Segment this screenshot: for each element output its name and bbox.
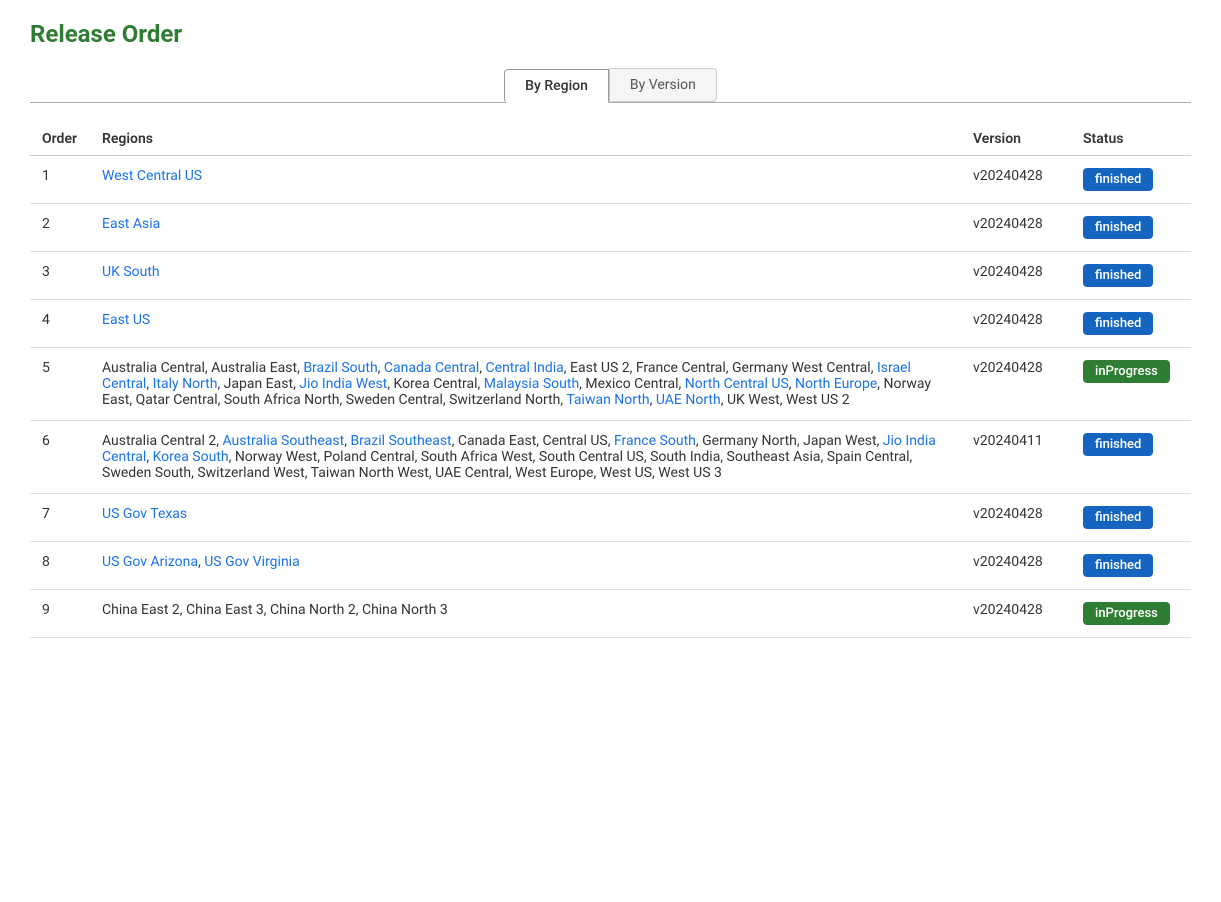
cell-regions: East US xyxy=(90,300,961,348)
cell-regions: West Central US xyxy=(90,156,961,204)
cell-order: 5 xyxy=(30,348,90,421)
table-row: 5Australia Central, Australia East, Braz… xyxy=(30,348,1191,421)
region-link[interactable]: Brazil South xyxy=(303,360,377,376)
cell-status: finished xyxy=(1071,204,1191,252)
region-link[interactable]: Central India xyxy=(486,360,564,376)
cell-status: finished xyxy=(1071,252,1191,300)
cell-regions: UK South xyxy=(90,252,961,300)
table-row: 7 US Gov Texas v20240428 finished xyxy=(30,494,1191,542)
table-row: 9 China East 2, China East 3, China North… xyxy=(30,590,1191,638)
cell-order: 9 xyxy=(30,590,90,638)
tab-bar: By Region By Version xyxy=(30,68,1191,102)
region-link[interactable]: Italy North xyxy=(153,376,218,392)
region-link[interactable]: Jio India West xyxy=(299,376,387,392)
header-order: Order xyxy=(30,123,90,156)
region-link[interactable]: Canada Central xyxy=(384,360,479,376)
region-link[interactable]: US Gov Arizona xyxy=(102,554,198,570)
header-status: Status xyxy=(1071,123,1191,156)
region-link[interactable]: Brazil Southeast xyxy=(350,433,451,449)
cell-status: finished xyxy=(1071,300,1191,348)
cell-order: 2 xyxy=(30,204,90,252)
table-row: 6Australia Central 2, Australia Southeas… xyxy=(30,421,1191,494)
status-badge: finished xyxy=(1083,216,1153,239)
cell-version: v20240428 xyxy=(961,348,1071,421)
region-link[interactable]: US Gov Texas xyxy=(102,506,187,522)
cell-version: v20240428 xyxy=(961,156,1071,204)
table-row: 1 West Central US v20240428 finished xyxy=(30,156,1191,204)
status-badge: finished xyxy=(1083,312,1153,335)
cell-regions: Australia Central, Australia East, Brazi… xyxy=(90,348,961,421)
status-badge: finished xyxy=(1083,264,1153,287)
cell-version: v20240411 xyxy=(961,421,1071,494)
region-text: , Mexico Central, xyxy=(579,376,685,392)
cell-order: 1 xyxy=(30,156,90,204)
tab-divider xyxy=(30,102,1191,103)
region-text: , Japan East, xyxy=(217,376,299,392)
region-text: , Korea Central, xyxy=(387,376,484,392)
region-text: , Germany North, Japan West, xyxy=(696,433,883,449)
cell-version: v20240428 xyxy=(961,204,1071,252)
region-link[interactable]: West Central US xyxy=(102,168,202,184)
table-row: 2 East Asia v20240428 finished xyxy=(30,204,1191,252)
cell-status: finished xyxy=(1071,494,1191,542)
cell-regions: US Gov Texas xyxy=(90,494,961,542)
region-link[interactable]: Australia Southeast xyxy=(222,433,344,449)
cell-status: finished xyxy=(1071,542,1191,590)
cell-status: inProgress xyxy=(1071,348,1191,421)
cell-order: 6 xyxy=(30,421,90,494)
table-row: 3 UK South v20240428 finished xyxy=(30,252,1191,300)
region-link[interactable]: US Gov Virginia xyxy=(204,554,299,570)
region-link[interactable]: North Europe xyxy=(795,376,877,392)
cell-status: inProgress xyxy=(1071,590,1191,638)
table-header-row: Order Regions Version Status xyxy=(30,123,1191,156)
cell-order: 8 xyxy=(30,542,90,590)
table-row: 8US Gov Arizona, US Gov Virginiav2024042… xyxy=(30,542,1191,590)
region-text: , Australia East, xyxy=(205,360,303,376)
region-link[interactable]: Taiwan North xyxy=(566,392,649,408)
cell-regions: China East 2, China East 3, China North … xyxy=(90,590,961,638)
region-link[interactable]: East US xyxy=(102,312,150,328)
header-version: Version xyxy=(961,123,1071,156)
cell-version: v20240428 xyxy=(961,300,1071,348)
region-text: China East 2, China East 3, China North … xyxy=(102,602,448,618)
region-link[interactable]: France South xyxy=(614,433,696,449)
tab-by-region[interactable]: By Region xyxy=(504,69,609,103)
cell-regions: Australia Central 2, Australia Southeast… xyxy=(90,421,961,494)
table-row: 4 East US v20240428 finished xyxy=(30,300,1191,348)
status-badge: finished xyxy=(1083,554,1153,577)
region-link[interactable]: North Central US xyxy=(685,376,789,392)
cell-status: finished xyxy=(1071,156,1191,204)
tab-by-version[interactable]: By Version xyxy=(609,68,717,102)
region-text: , UK West, West US 2 xyxy=(721,392,850,408)
cell-order: 7 xyxy=(30,494,90,542)
cell-regions: US Gov Arizona, US Gov Virginia xyxy=(90,542,961,590)
region-link[interactable]: UK South xyxy=(102,264,160,280)
region-text: , Canada East, Central US, xyxy=(452,433,614,449)
cell-status: finished xyxy=(1071,421,1191,494)
region-link[interactable]: Korea South xyxy=(153,449,229,465)
status-badge: inProgress xyxy=(1083,602,1170,625)
region-link[interactable]: Malaysia South xyxy=(484,376,579,392)
region-link[interactable]: East Asia xyxy=(102,216,160,232)
cell-version: v20240428 xyxy=(961,494,1071,542)
region-text: Australia Central xyxy=(102,360,205,376)
region-text: , Germany West Central, xyxy=(726,360,877,376)
cell-version: v20240428 xyxy=(961,542,1071,590)
region-text: France Central xyxy=(636,360,726,376)
region-text: Australia Central 2, xyxy=(102,433,222,449)
page-title: Release Order xyxy=(30,20,1191,48)
header-regions: Regions xyxy=(90,123,961,156)
cell-version: v20240428 xyxy=(961,252,1071,300)
region-link[interactable]: UAE North xyxy=(656,392,721,408)
cell-regions: East Asia xyxy=(90,204,961,252)
status-badge: inProgress xyxy=(1083,360,1170,383)
region-text: , East US 2, xyxy=(564,360,636,376)
status-badge: finished xyxy=(1083,506,1153,529)
cell-order: 4 xyxy=(30,300,90,348)
status-badge: finished xyxy=(1083,168,1153,191)
status-badge: finished xyxy=(1083,433,1153,456)
cell-version: v20240428 xyxy=(961,590,1071,638)
cell-order: 3 xyxy=(30,252,90,300)
release-order-table: Order Regions Version Status 1 West Centr… xyxy=(30,123,1191,638)
